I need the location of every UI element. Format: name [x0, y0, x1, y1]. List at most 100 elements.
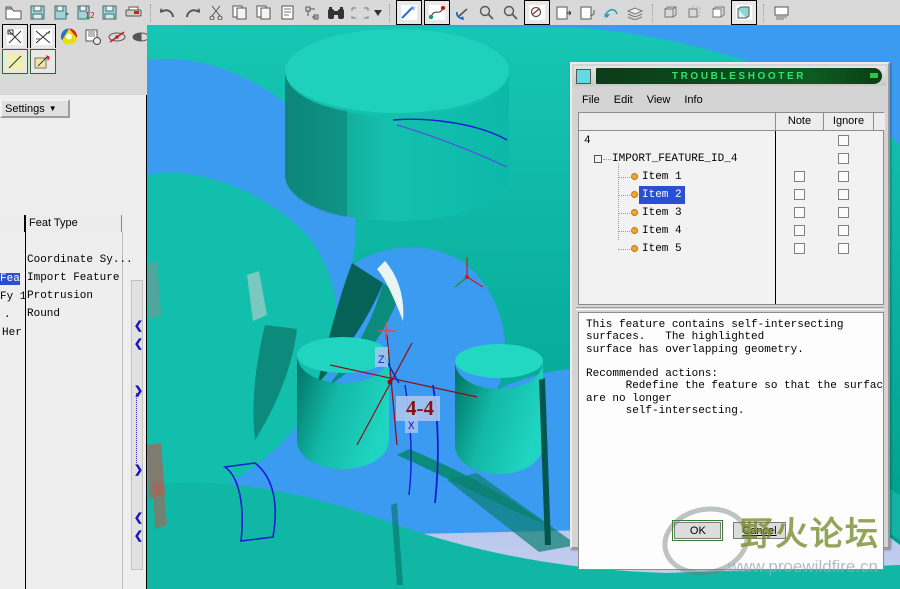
ignore-checkbox[interactable] — [838, 135, 849, 146]
copy-icon[interactable] — [229, 2, 251, 23]
row-label: 4 — [584, 135, 591, 147]
chevron-down-icon[interactable] — [373, 2, 383, 23]
cancel-label: Cancel — [742, 524, 777, 537]
row-label: Item 4 — [642, 225, 682, 237]
splitter-arrow-2[interactable]: ❯ — [133, 386, 144, 397]
save-copy-icon[interactable]: 123 — [74, 2, 96, 23]
panel-splitter[interactable]: ❮ ❮ ❯ ❯ ❮ ❮ — [131, 280, 143, 570]
backup-icon[interactable] — [98, 2, 120, 23]
tree-connector — [618, 249, 630, 250]
open-icon[interactable] — [2, 2, 24, 23]
stack-icon[interactable] — [624, 2, 646, 23]
zoom-out-icon[interactable] — [500, 2, 522, 23]
ignore-checkbox[interactable] — [838, 207, 849, 218]
datum-plane-off-icon[interactable] — [106, 26, 128, 47]
no-hidden-icon[interactable] — [707, 2, 729, 23]
issue-tree-row[interactable]: Item 2 — [579, 186, 883, 204]
feat-type-row-1[interactable]: Import Feature — [27, 272, 119, 284]
window-menu-icon[interactable] — [576, 68, 591, 84]
ignore-checkbox[interactable] — [838, 243, 849, 254]
layer-icon[interactable] — [576, 2, 598, 23]
print-icon[interactable] — [122, 2, 144, 23]
save-icon[interactable] — [26, 2, 48, 23]
regenerate-icon[interactable] — [301, 2, 323, 23]
column-header-extra[interactable] — [874, 113, 885, 130]
issue-tree-row[interactable]: Item 4 — [579, 222, 883, 240]
ok-button[interactable]: OK — [672, 520, 724, 541]
chevron-down-icon: ▼ — [48, 104, 57, 113]
refit-icon[interactable] — [524, 0, 550, 25]
splitter-arrow-0[interactable]: ❮ — [133, 321, 144, 332]
cut-icon[interactable] — [205, 2, 227, 23]
toolbar-separator — [652, 3, 655, 22]
note-checkbox[interactable] — [794, 243, 805, 254]
clipped-item-2[interactable]: . — [4, 309, 11, 321]
menu-info[interactable]: Info — [684, 94, 702, 106]
svg-text:X: X — [408, 421, 415, 433]
splitter-arrow-1[interactable]: ❮ — [133, 339, 144, 350]
issue-tree-row[interactable]: Item 5 — [579, 240, 883, 258]
toolbar-row-1: 123 — [0, 0, 900, 25]
column-header-note[interactable]: Note — [776, 113, 824, 130]
issue-tree-row[interactable]: Item 3 — [579, 204, 883, 222]
issue-tree-row[interactable]: IMPORT_FEATURE_ID_4 — [579, 150, 883, 168]
issue-tree-header: Note Ignore — [579, 113, 885, 131]
select-box-icon[interactable] — [349, 2, 371, 23]
column-header-ignore[interactable]: Ignore — [824, 113, 874, 130]
note-checkbox[interactable] — [794, 225, 805, 236]
splitter-track — [136, 393, 138, 463]
tree-column-clipped — [0, 215, 25, 232]
shading-icon[interactable] — [731, 0, 757, 25]
paste-icon[interactable] — [253, 2, 275, 23]
issue-tree-row[interactable]: Item 1 — [579, 168, 883, 186]
menu-view[interactable]: View — [647, 94, 671, 106]
zoom-in-icon[interactable] — [476, 2, 498, 23]
menu-file[interactable]: File — [582, 94, 600, 106]
paste-special-icon[interactable] — [277, 2, 299, 23]
splitter-arrow-4[interactable]: ❮ — [133, 513, 144, 524]
binoculars-icon[interactable] — [325, 2, 347, 23]
ignore-checkbox[interactable] — [838, 189, 849, 200]
clipped-item-3[interactable]: Her — [2, 327, 22, 339]
note-checkbox[interactable] — [794, 189, 805, 200]
view-manager-icon[interactable] — [770, 2, 792, 23]
note-checkbox[interactable] — [794, 207, 805, 218]
sketch-view-icon[interactable] — [30, 24, 56, 49]
ignore-checkbox[interactable] — [838, 225, 849, 236]
model-player-icon[interactable] — [82, 26, 104, 47]
tool-b-icon[interactable] — [30, 49, 56, 74]
save-as-icon[interactable] — [50, 2, 72, 23]
new-drawing-icon[interactable] — [2, 24, 28, 49]
cancel-button[interactable]: Cancel — [733, 522, 786, 539]
feat-type-row-2[interactable]: Protrusion — [27, 290, 93, 302]
ignore-checkbox[interactable] — [838, 171, 849, 182]
note-checkbox[interactable] — [794, 171, 805, 182]
wireframe-icon[interactable] — [659, 2, 681, 23]
troubleshooter-dialog[interactable]: TROUBLESHOOTER File Edit View Info Note … — [570, 62, 890, 570]
issue-tree-row[interactable]: 4 — [579, 132, 883, 150]
ignore-checkbox[interactable] — [838, 153, 849, 164]
column-header-name[interactable] — [579, 113, 776, 130]
expander-icon[interactable] — [594, 155, 602, 163]
splitter-arrow-5[interactable]: ❮ — [133, 531, 144, 542]
undo-icon[interactable] — [157, 2, 179, 23]
repaint-icon[interactable] — [552, 2, 574, 23]
issue-tree-panel[interactable]: Note Ignore 4 IMPORT_FEATURE_ID_4 Item 1… — [578, 112, 885, 305]
hidden-line-icon[interactable] — [683, 2, 705, 23]
row-label-selected[interactable]: Item 2 — [639, 186, 685, 204]
redo-icon[interactable] — [181, 2, 203, 23]
feat-type-row-3[interactable]: Round — [27, 308, 60, 320]
appearance-icon[interactable] — [600, 2, 622, 23]
clipped-item-0[interactable]: Fea — [0, 273, 20, 285]
datum-curve-icon[interactable] — [424, 0, 450, 25]
splitter-arrow-3[interactable]: ❯ — [133, 465, 144, 476]
settings-dropdown-button[interactable]: Settings ▼ — [0, 99, 70, 118]
menu-edit[interactable]: Edit — [614, 94, 633, 106]
feat-type-row-0[interactable]: Coordinate Sy... — [27, 254, 133, 266]
rotate-icon[interactable] — [452, 2, 474, 23]
tool-a-icon[interactable] — [2, 49, 28, 74]
color-wheel-icon[interactable] — [58, 26, 80, 47]
sketch-icon[interactable] — [396, 0, 422, 25]
dialog-titlebar[interactable]: TROUBLESHOOTER — [574, 66, 886, 86]
clipped-item-1[interactable]: Fy 1 — [0, 291, 26, 303]
